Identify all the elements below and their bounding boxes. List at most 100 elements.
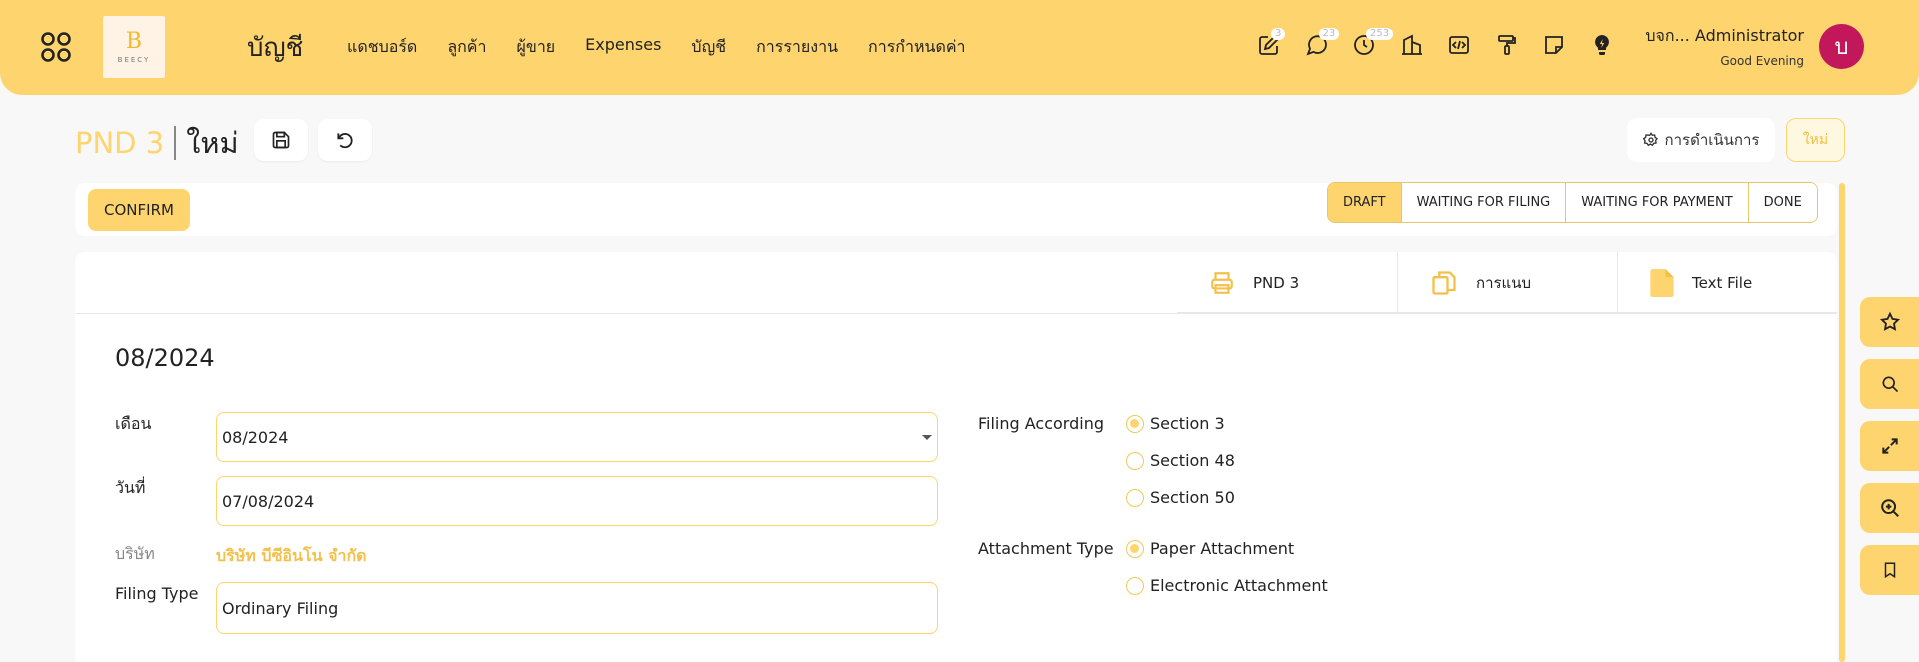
breadcrumb-doc[interactable]: PND 3 (75, 126, 164, 160)
menu-item-reporting[interactable]: การรายงาน (756, 35, 838, 60)
bookmark-icon (1884, 562, 1895, 579)
radio-label: Electronic Attachment (1150, 576, 1328, 595)
radio-electronic-attachment[interactable]: Electronic Attachment (1126, 576, 1328, 595)
date-label: วันที่ (115, 478, 146, 497)
menu-item-configuration[interactable]: การกำหนดค่า (868, 35, 966, 60)
radio-label: Section 50 (1150, 488, 1235, 507)
chat-badge: 23 (1318, 28, 1340, 40)
breadcrumb: PND 3 ใหม่ (75, 120, 239, 166)
logo-text: BEECY (117, 55, 151, 64)
save-icon (272, 131, 290, 149)
pnd3-report-button[interactable]: PND 3 (1177, 252, 1397, 313)
record-title: 08/2024 (115, 344, 215, 372)
search-icon (1882, 376, 1898, 393)
lightbulb-icon[interactable] (1590, 33, 1616, 59)
status-bar: CONFIRM DRAFT WAITING FOR FILING WAITING… (75, 182, 1837, 236)
favorite-button[interactable] (1860, 297, 1919, 347)
zoom-button[interactable] (1860, 483, 1919, 533)
text-file-label: Text File (1692, 273, 1753, 292)
expand-icon (1881, 438, 1898, 454)
text-file-button[interactable]: Text File (1617, 252, 1837, 313)
radio-button[interactable] (1126, 451, 1144, 470)
attachments-label: การแนบ (1476, 273, 1532, 292)
confirm-button[interactable]: CONFIRM (88, 189, 190, 231)
filing-type-field[interactable]: Ordinary Filing (216, 582, 938, 634)
attachments-button[interactable]: การแนบ (1397, 252, 1617, 313)
printer-icon (1211, 271, 1233, 294)
user-greeting: Good Evening (1720, 54, 1804, 68)
zoom-in-icon (1880, 499, 1899, 517)
top-navbar: B BEECY บัญชี แดชบอร์ด ลูกค้า ผู้ขาย Exp… (0, 0, 1919, 95)
user-menu[interactable]: บจก... Administrator Good Evening (1645, 24, 1804, 68)
radio-paper-attachment[interactable]: Paper Attachment (1126, 539, 1294, 558)
chevron-down-icon[interactable] (922, 435, 932, 440)
menu-item-customers[interactable]: ลูกค้า (447, 35, 486, 60)
gear-icon (1642, 132, 1658, 147)
breadcrumb-record: ใหม่ (186, 126, 239, 160)
discard-button[interactable] (318, 119, 372, 161)
activity-badge: 253 (1366, 28, 1394, 40)
menu-item-expenses[interactable]: Expenses (585, 35, 661, 60)
logo-letter: B (125, 28, 143, 54)
month-select[interactable]: 08/2024 (216, 412, 938, 462)
attachment-icon (1432, 270, 1456, 295)
form-sheet: PND 3 การแนบ Text File 08/2024 เดือน 08/… (75, 252, 1837, 662)
divider (75, 313, 1837, 314)
radio-label: Paper Attachment (1150, 539, 1295, 558)
filing-type-label: Filing Type (115, 584, 199, 603)
smart-buttons: PND 3 การแนบ Text File (1177, 252, 1837, 313)
edit-badge: 3 (1271, 28, 1286, 40)
radio-button[interactable] (1126, 414, 1144, 433)
filing-according-label: Filing According (978, 414, 1104, 433)
sticky-note-icon[interactable] (1542, 33, 1568, 59)
clock-icon[interactable]: 253 (1352, 28, 1394, 59)
company-logo[interactable]: B BEECY (103, 16, 165, 78)
bookmark-button[interactable] (1860, 545, 1919, 595)
radio-label: Section 48 (1150, 451, 1235, 470)
month-label: เดือน (115, 414, 152, 433)
radio-label: Section 3 (1150, 414, 1225, 433)
radio-button[interactable] (1126, 488, 1144, 507)
file-icon (1650, 268, 1674, 297)
company-label: บริษัท (115, 544, 155, 563)
pnd3-report-label: PND 3 (1253, 273, 1300, 292)
star-icon (1879, 311, 1900, 331)
date-value: 07/08/2024 (222, 491, 315, 511)
radio-button[interactable] (1126, 539, 1144, 558)
undo-icon (337, 133, 353, 149)
company-value[interactable]: บริษัท บีซีอินโน จำกัด (216, 544, 367, 569)
chat-icon[interactable]: 23 (1305, 28, 1340, 59)
code-icon[interactable] (1447, 33, 1473, 59)
month-value: 08/2024 (222, 427, 289, 447)
menu-item-dashboard[interactable]: แดชบอร์ด (347, 35, 417, 60)
apps-grid-icon[interactable] (40, 31, 72, 63)
stage-waiting-for-payment[interactable]: WAITING FOR PAYMENT (1565, 183, 1748, 222)
stage-waiting-for-filing[interactable]: WAITING FOR FILING (1400, 183, 1566, 222)
radio-button[interactable] (1126, 576, 1144, 595)
stage-done[interactable]: DONE (1747, 183, 1817, 222)
stage-draft[interactable]: DRAFT (1328, 183, 1401, 222)
date-field[interactable]: 07/08/2024 (216, 476, 938, 526)
fullscreen-button[interactable] (1860, 421, 1919, 471)
scrollbar[interactable] (1839, 183, 1845, 662)
radio-section-48[interactable]: Section 48 (1126, 451, 1235, 470)
new-button[interactable]: ใหม่ (1786, 118, 1845, 162)
radio-section-50[interactable]: Section 50 (1126, 488, 1235, 507)
building-icon[interactable] (1400, 33, 1426, 59)
breadcrumb-separator (174, 126, 177, 160)
paint-roller-icon[interactable] (1495, 33, 1521, 59)
save-button[interactable] (254, 119, 308, 161)
user-name: บจก... Administrator (1645, 26, 1804, 45)
menu-item-vendors[interactable]: ผู้ขาย (517, 35, 556, 60)
menu-item-accounting[interactable]: บัญชี (691, 35, 726, 60)
filing-type-value: Ordinary Filing (222, 598, 339, 618)
attachment-type-label: Attachment Type (978, 539, 1114, 558)
avatar[interactable]: บ (1819, 24, 1864, 69)
main-menu: แดชบอร์ด ลูกค้า ผู้ขาย Expenses บัญชี กา… (347, 35, 996, 60)
systray: 3 23 253 (1257, 28, 1637, 59)
radio-section-3[interactable]: Section 3 (1126, 414, 1225, 433)
search-button[interactable] (1860, 359, 1919, 409)
actions-button[interactable]: การดำเนินการ (1627, 118, 1775, 162)
edit-icon[interactable]: 3 (1257, 28, 1286, 59)
app-title[interactable]: บัญชี (247, 27, 303, 68)
